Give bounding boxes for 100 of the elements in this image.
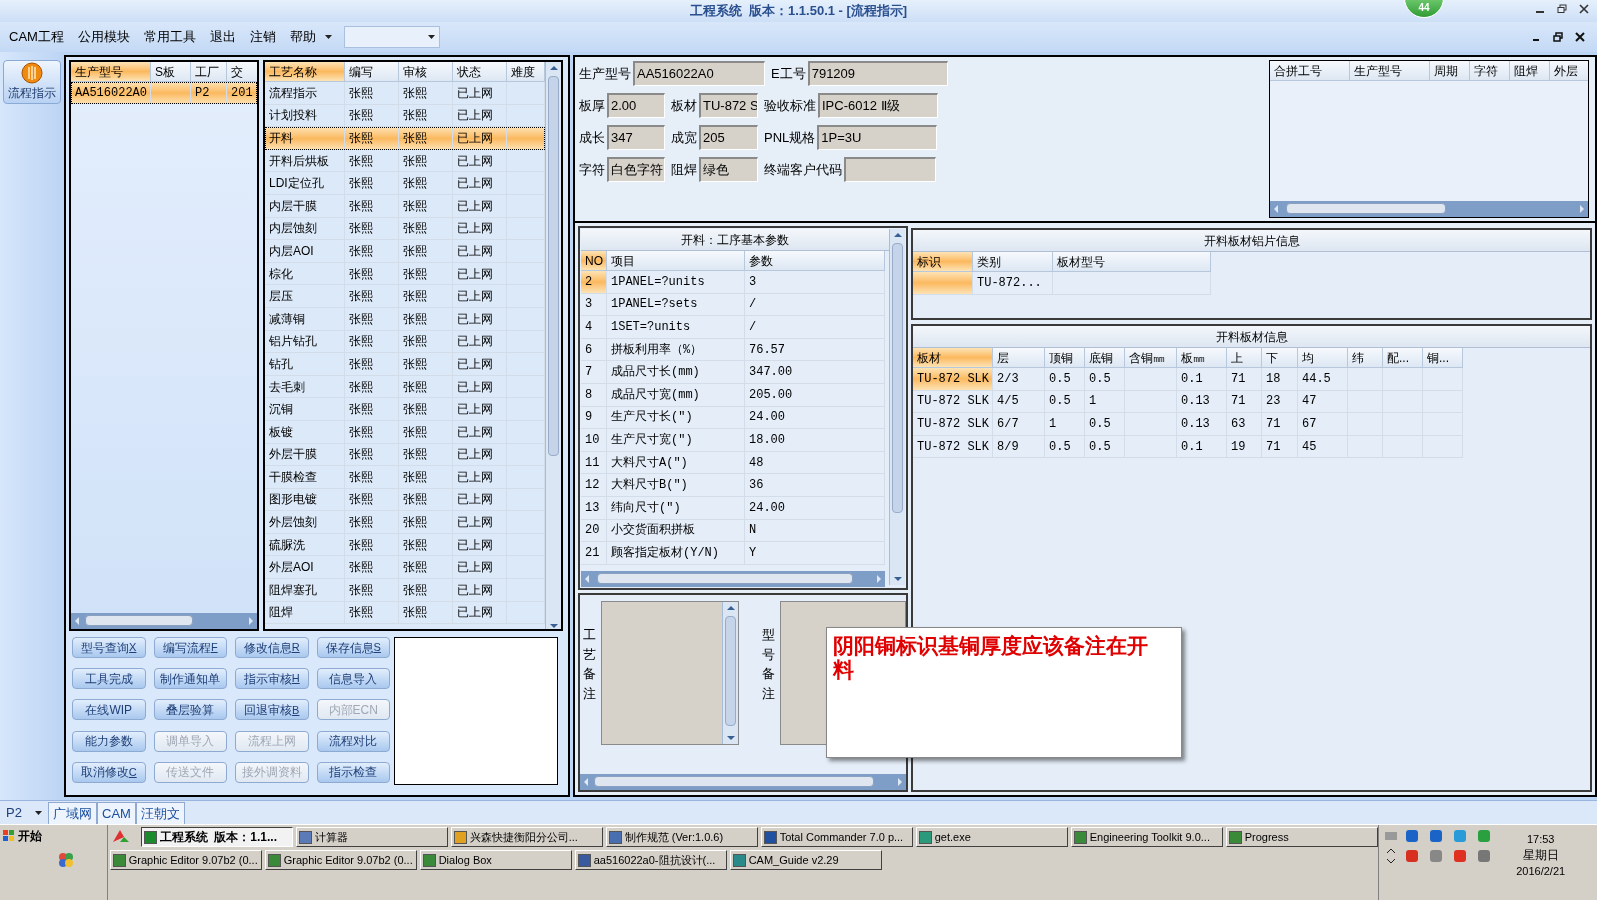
table-row[interactable]: 铝片钻孔 张熙 张熙 已上网 bbox=[265, 330, 545, 354]
dropdown[interactable]: P2 bbox=[0, 802, 48, 824]
table-row[interactable]: 13 纬向尺寸(") 24.00 bbox=[581, 496, 889, 520]
table-row[interactable]: 20 小交货面积拼板 N bbox=[581, 519, 889, 543]
restore-icon[interactable] bbox=[1557, 4, 1567, 14]
scrollbar[interactable] bbox=[71, 613, 257, 629]
input-field[interactable]: AA516022A0 bbox=[633, 61, 765, 86]
table-row[interactable]: LDI定位孔 张熙 张熙 已上网 bbox=[265, 172, 545, 195]
scrollbar[interactable] bbox=[545, 62, 561, 629]
column-header[interactable]: 生产型号 bbox=[1350, 61, 1430, 81]
column-header[interactable]: 板材型号 bbox=[1053, 252, 1211, 272]
input-field[interactable]: IPC-6012 Ⅱ级 bbox=[818, 93, 938, 118]
table-row[interactable]: 7 成品尺寸长(mm) 347.00 bbox=[581, 361, 889, 384]
column-header[interactable]: 板材 bbox=[913, 348, 993, 368]
tab[interactable]: CAM bbox=[97, 802, 136, 824]
table-row[interactable]: 8 成品尺寸宽(mm) 205.00 bbox=[581, 383, 889, 407]
column-header[interactable]: 配... bbox=[1383, 348, 1423, 368]
table-row[interactable]: 6 拼板利用率（%） 76.57 bbox=[581, 338, 889, 362]
action-button[interactable]: 工具完成 bbox=[72, 668, 146, 690]
menu-item[interactable]: 常用工具 bbox=[138, 27, 201, 47]
menu-item[interactable]: 帮助 bbox=[284, 27, 321, 47]
text-area[interactable] bbox=[394, 637, 558, 785]
taskbar-button[interactable]: CAM_Guide v2.29 bbox=[729, 850, 882, 870]
action-button[interactable]: 编写流程F bbox=[153, 637, 227, 658]
column-header[interactable]: 含铜㎜ bbox=[1125, 348, 1177, 368]
table-row[interactable]: 外层蚀刻 张熙 张熙 已上网 bbox=[265, 511, 545, 534]
action-button[interactable]: 指示检查 bbox=[316, 761, 390, 783]
taskbar-button[interactable]: Progress bbox=[1225, 827, 1378, 847]
column-header[interactable]: 顶铜 bbox=[1045, 348, 1085, 368]
table-row[interactable]: 沉铜 张熙 张熙 已上网 bbox=[265, 398, 545, 421]
table-row[interactable]: TU-872 SLK 8/9 0.5 0.5 0.1 19 71 45 bbox=[913, 435, 1590, 459]
menu-item[interactable]: 退出 bbox=[204, 27, 241, 47]
column-header[interactable]: 铜... bbox=[1423, 348, 1463, 368]
table-row[interactable]: 硫脲洗 张熙 张熙 已上网 bbox=[265, 533, 545, 557]
table-row[interactable]: 3 1PANEL=?sets / bbox=[581, 293, 889, 317]
column-header[interactable]: 工艺名称 bbox=[265, 62, 345, 82]
action-button[interactable]: 能力参数 bbox=[72, 730, 146, 752]
column-header[interactable]: 阻焊 bbox=[1510, 61, 1550, 81]
action-button[interactable]: 在线WIP bbox=[72, 699, 146, 721]
action-button[interactable]: 修改信息R bbox=[235, 637, 309, 658]
table-row[interactable]: 10 生产尺寸宽(") 18.00 bbox=[581, 429, 889, 452]
column-header[interactable]: 均 bbox=[1298, 348, 1348, 368]
table-row[interactable]: 内层蚀刻 张熙 张熙 已上网 bbox=[265, 217, 545, 241]
column-header[interactable]: 编写 bbox=[345, 62, 399, 82]
table-row[interactable]: 内层AOI 张熙 张熙 已上网 bbox=[265, 240, 545, 263]
tab[interactable]: 汪朝文 bbox=[135, 802, 185, 824]
table-row[interactable]: 11 大料尺寸A(") 48 bbox=[581, 451, 889, 475]
table-row[interactable]: 减薄铜 张熙 张熙 已上网 bbox=[265, 307, 545, 331]
restore-icon[interactable] bbox=[1553, 32, 1563, 42]
column-header[interactable]: 标识 bbox=[913, 252, 973, 272]
table-row[interactable]: 12 大料尺寸B(") 36 bbox=[581, 474, 889, 497]
process-guide-button[interactable]: 流程指示 bbox=[3, 60, 61, 104]
table-row[interactable]: 21 顾客指定板材(Y/N) Y bbox=[581, 542, 889, 565]
taskbar-button[interactable]: 计算器 bbox=[295, 827, 448, 847]
action-button[interactable]: 流程对比 bbox=[316, 730, 390, 752]
table-row[interactable]: AA516022A0 P2 201 bbox=[71, 82, 257, 104]
column-header[interactable]: 工厂 bbox=[191, 62, 227, 82]
table-row[interactable]: 棕化 张熙 张熙 已上网 bbox=[265, 262, 545, 286]
colored-dots-icon[interactable] bbox=[58, 852, 74, 868]
table-row[interactable]: 外层AOI 张熙 张熙 已上网 bbox=[265, 556, 545, 580]
table-row[interactable]: 干膜检查 张熙 张熙 已上网 bbox=[265, 466, 545, 489]
table-row[interactable]: 开料 张熙 张熙 已上网 bbox=[265, 127, 545, 150]
tray-icon[interactable] bbox=[1476, 829, 1491, 843]
start-button[interactable]: 开始 bbox=[0, 826, 44, 846]
column-header[interactable]: 生产型号 bbox=[71, 62, 151, 82]
tab[interactable]: 广域网 bbox=[48, 802, 97, 824]
column-header[interactable]: 类别 bbox=[973, 252, 1053, 272]
table-row[interactable]: 4 1SET=?units / bbox=[581, 316, 889, 339]
taskbar-button[interactable]: 工程系统 版本：1.1... bbox=[140, 827, 293, 847]
action-button[interactable]: 型号查询X bbox=[72, 637, 146, 658]
table-row[interactable]: 流程指示 张熙 张熙 已上网 bbox=[265, 82, 545, 105]
menu-item[interactable]: 注销 bbox=[244, 27, 281, 47]
table-row[interactable]: 阻焊塞孔 张熙 张熙 已上网 bbox=[265, 579, 545, 602]
scrollbar[interactable] bbox=[580, 774, 906, 790]
taskbar-button[interactable]: aa516022a0-阻抗设计(... bbox=[574, 850, 727, 870]
menu-item[interactable]: CAM工程 bbox=[4, 27, 69, 47]
action-button[interactable]: 叠层验算 bbox=[153, 699, 227, 721]
input-field[interactable]: 1P=3U bbox=[817, 125, 938, 150]
action-button[interactable]: 制作通知单 bbox=[153, 668, 227, 690]
table-row[interactable]: 图形电镀 张熙 张熙 已上网 bbox=[265, 488, 545, 512]
taskbar-button[interactable]: Dialog Box bbox=[419, 850, 572, 870]
tray-icon[interactable] bbox=[1428, 829, 1443, 843]
column-header[interactable]: 合拼工号 bbox=[1270, 61, 1350, 81]
tray-icon[interactable] bbox=[1404, 849, 1419, 863]
tray-icon[interactable] bbox=[1428, 849, 1443, 863]
taskbar-button[interactable]: Engineering Toolkit 9.0... bbox=[1070, 827, 1223, 847]
table-row[interactable]: 阻焊 张熙 张熙 已上网 bbox=[265, 601, 545, 625]
scrollbar[interactable] bbox=[889, 229, 905, 585]
column-header[interactable]: NO bbox=[581, 251, 607, 271]
column-header[interactable]: 项目 bbox=[607, 251, 745, 271]
table-row[interactable]: 内层干膜 张熙 张熙 已上网 bbox=[265, 194, 545, 218]
input-field[interactable]: 791209 bbox=[807, 61, 948, 86]
column-header[interactable]: 审核 bbox=[399, 62, 453, 82]
table-row[interactable]: TU-872 SLK 4/5 0.5 1 0.13 71 23 47 bbox=[913, 390, 1590, 414]
caret-icon[interactable] bbox=[35, 811, 42, 815]
action-button[interactable]: 信息导入 bbox=[316, 668, 390, 690]
table-row[interactable]: 层压 张熙 张熙 已上网 bbox=[265, 285, 545, 308]
menu-overflow-icon[interactable] bbox=[324, 35, 332, 39]
close-icon[interactable] bbox=[1575, 32, 1585, 42]
caret-icon[interactable] bbox=[427, 35, 435, 39]
